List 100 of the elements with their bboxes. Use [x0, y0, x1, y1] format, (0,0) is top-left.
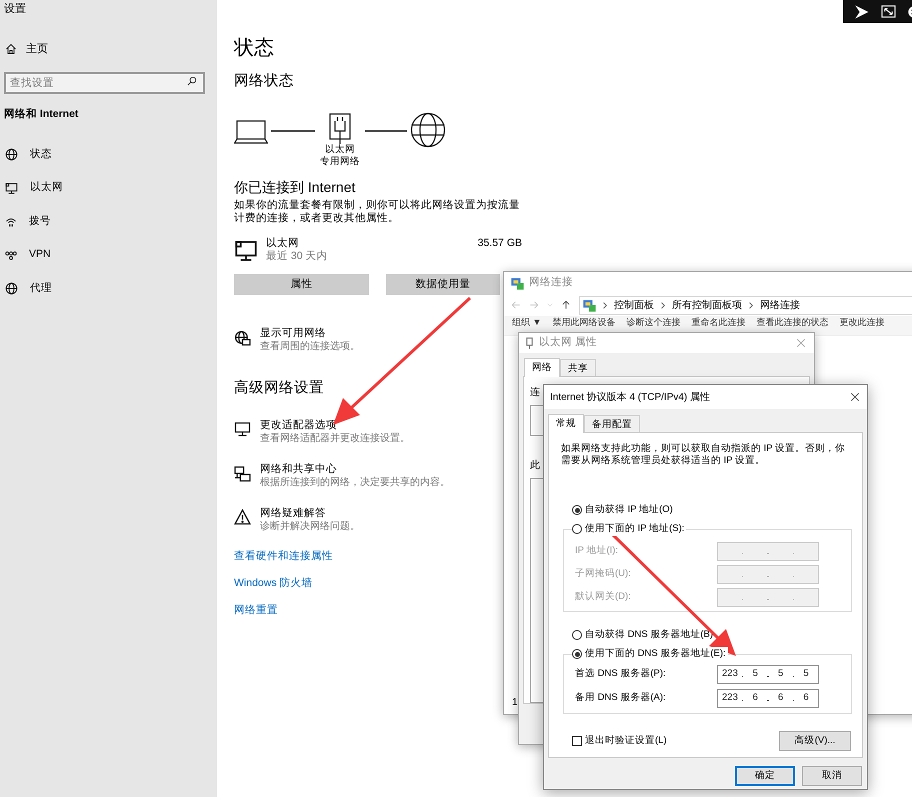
- chevron-icon: [748, 302, 754, 308]
- usage-period: 最近 30 天内: [266, 250, 329, 263]
- field-label: 备用 DNS 服务器(A):: [575, 691, 667, 706]
- network-folder-icon: [511, 276, 524, 290]
- field-label: 子网掩码(U):: [575, 567, 632, 582]
- toolbar-item[interactable]: 更改此连接: [839, 317, 884, 328]
- option-title[interactable]: 显示可用网络: [260, 327, 360, 340]
- globe-icon: [5, 282, 18, 296]
- section-heading: 高级网络设置: [234, 378, 324, 398]
- option-description: 查看网络适配器并更改连接设置。: [260, 432, 410, 445]
- ip-octet: 6: [778, 691, 784, 706]
- close-icon[interactable]: [850, 392, 860, 402]
- window-title: 设置: [3, 2, 27, 17]
- chevron-icon: [602, 302, 608, 308]
- ip-octet: 223: [722, 691, 738, 706]
- connection-description: 如果你的流量套餐有限制，则你可以将此网络设置为按流量计费的连接，或者更改其他属性。: [234, 199, 521, 225]
- radio-button[interactable]: 自动获得 IP 地址(O): [572, 503, 673, 517]
- resize-icon[interactable]: [881, 5, 896, 18]
- ip-address-field[interactable]: 223 6 6 6: [717, 689, 819, 708]
- home-icon: [5, 43, 17, 55]
- connection-title: 你已连接到 Internet: [234, 178, 356, 196]
- sidebar-item[interactable]: 拨号: [0, 205, 217, 238]
- adapter-name: 以太网: [266, 237, 300, 250]
- section-heading: 网络和 Internet: [3, 108, 80, 120]
- ethernet-icon: [525, 336, 534, 350]
- toolbar-item[interactable]: 诊断这个连接: [626, 317, 680, 328]
- field-label: IP 地址(I):: [575, 544, 620, 558]
- option-description: 诊断并解决网络问题。: [260, 520, 360, 533]
- checkbox[interactable]: 退出时验证设置(L): [572, 734, 667, 748]
- settings-link[interactable]: 网络重置: [234, 597, 333, 624]
- monitor-icon: [234, 239, 258, 263]
- ip-octet: 223: [722, 667, 738, 682]
- toolbar-item[interactable]: 组织 ▼: [512, 317, 542, 328]
- toolbar-item[interactable]: 禁用此网络设备: [552, 317, 616, 328]
- settings-link[interactable]: 查看硬件和连接属性: [234, 543, 333, 570]
- address-bar[interactable]: 控制面板 所有控制面板项 网络连接: [579, 296, 912, 314]
- settings-button[interactable]: 属性: [234, 274, 369, 295]
- advanced-button[interactable]: 高级(V)...: [779, 731, 851, 751]
- globe-monitor-icon: [234, 330, 251, 347]
- page-heading: 状态: [234, 36, 274, 61]
- search-field[interactable]: 查找设置: [4, 72, 205, 94]
- dialog-button[interactable]: 取消: [802, 766, 862, 786]
- toolbar-item[interactable]: 重命名此连接: [691, 317, 746, 328]
- data-usage-amount: 35.57 GB: [478, 237, 522, 250]
- dialog-tab[interactable]: 常规: [548, 414, 584, 433]
- option-description: 根据所连接到的网络，决定要共享的内容。: [260, 476, 450, 489]
- sidebar-item[interactable]: 以太网: [0, 172, 217, 205]
- vpn-icon: [5, 249, 17, 262]
- option-description: 查看周围的连接选项。: [260, 340, 360, 353]
- ip-octet: 5: [803, 667, 809, 682]
- radio-button[interactable]: 使用下面的 DNS 服务器地址(E):: [572, 647, 728, 661]
- status-bar-text: 1: [512, 696, 518, 710]
- window-title: 以太网 属性: [539, 335, 598, 350]
- breadcrumb-item[interactable]: 网络连接: [760, 298, 800, 312]
- field-label: 首选 DNS 服务器(P):: [575, 667, 667, 682]
- dialog-tab[interactable]: 共享: [560, 359, 596, 376]
- cursor-icon[interactable]: [855, 4, 869, 18]
- sidebar-item[interactable]: 状态: [0, 138, 217, 172]
- dialog-button[interactable]: 确定: [735, 766, 795, 786]
- dialog-description: 如果网络支持此功能，则可以获取自动指派的 IP 设置。否则，你需要从网络系统管理员处获得适当的 IP 设置。: [560, 443, 846, 467]
- monitor-icon: [234, 422, 251, 437]
- ethernet-port-icon: [329, 113, 351, 144]
- option-title[interactable]: 网络疑难解答: [260, 507, 360, 520]
- settings-button[interactable]: 数据使用量: [386, 274, 500, 295]
- sidebar-item[interactable]: 代理: [0, 272, 217, 306]
- dialog-tab[interactable]: 网络: [524, 358, 560, 377]
- connector-line: [271, 130, 315, 132]
- search-icon: [187, 76, 197, 86]
- globe-icon: [5, 148, 18, 162]
- dialog-title: Internet 协议版本 4 (TCP/IPv4) 属性: [550, 390, 712, 404]
- network-type-label: 专用网络: [320, 156, 360, 168]
- warning-icon: [234, 509, 251, 525]
- field-label: 连: [530, 387, 540, 399]
- ip-octet: 5: [752, 667, 758, 682]
- monitor-icon: [5, 182, 18, 195]
- option-title[interactable]: 网络和共享中心: [260, 463, 450, 476]
- ip-address-field[interactable]: 223 5 5 5: [717, 665, 819, 684]
- network-label: 以太网: [325, 144, 355, 156]
- breadcrumb-item[interactable]: 所有控制面板项: [672, 298, 742, 312]
- connector-line: [365, 130, 407, 132]
- chevron-icon: [660, 302, 666, 308]
- settings-link[interactable]: Windows 防火墙: [234, 570, 333, 597]
- field-label: 默认网关(D):: [575, 590, 632, 604]
- ip-octet: 6: [752, 691, 758, 706]
- globe-icon: [410, 112, 446, 148]
- up-icon[interactable]: [561, 300, 571, 310]
- computers-icon: [234, 466, 251, 483]
- network-folder-icon: [583, 298, 596, 312]
- home-link[interactable]: 主页: [0, 40, 217, 58]
- toolbar-item[interactable]: 查看此连接的状态: [756, 317, 828, 328]
- ip-octet: 6: [803, 691, 809, 706]
- window-title: 网络连接: [529, 275, 573, 290]
- section-heading: 网络状态: [234, 72, 294, 91]
- breadcrumb-item[interactable]: 控制面板: [614, 298, 654, 312]
- dialog-tab[interactable]: 备用配置: [584, 415, 640, 432]
- radio-button[interactable]: 使用下面的 IP 地址(S):: [572, 522, 686, 536]
- dialup-icon: [5, 216, 17, 228]
- field-label: 此: [530, 460, 540, 472]
- sidebar-item[interactable]: VPN: [0, 238, 217, 272]
- ip-octet: 5: [778, 667, 784, 682]
